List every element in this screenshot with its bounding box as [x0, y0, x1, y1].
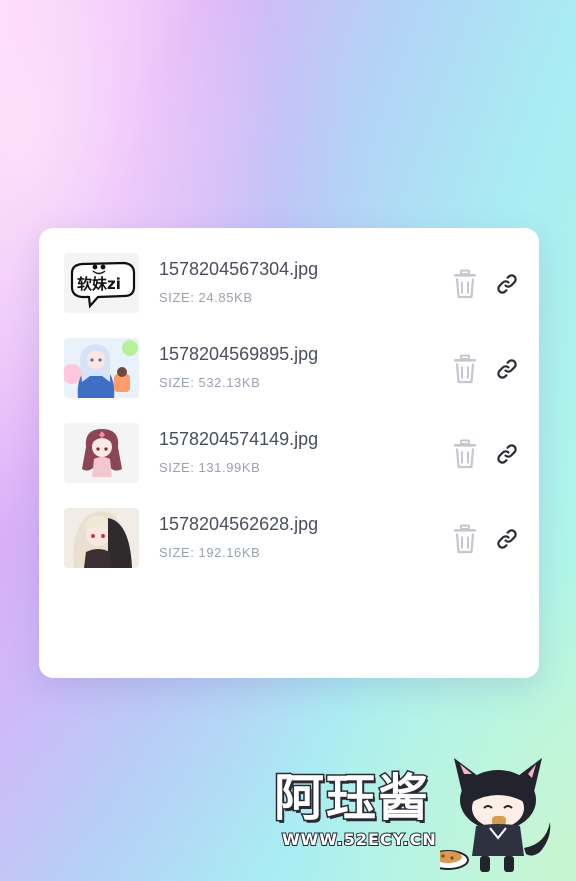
- file-name: 1578204574149.jpg: [159, 429, 319, 449]
- file-list-card: 软妹zi 1578204567304.jpg SIZE: 24.85KB 157…: [39, 228, 539, 678]
- size-value: 532.13KB: [198, 375, 261, 390]
- copy-link-button[interactable]: [495, 272, 519, 296]
- delete-button[interactable]: [452, 524, 478, 554]
- file-size: SIZE: 131.99KB: [159, 460, 260, 475]
- link-icon: [497, 274, 517, 294]
- chibi-thumbnail-image: [64, 423, 139, 483]
- size-value: 131.99KB: [198, 460, 261, 475]
- file-thumbnail[interactable]: [64, 338, 139, 398]
- file-size: SIZE: 192.16KB: [159, 545, 260, 560]
- copy-link-button[interactable]: [495, 442, 519, 466]
- size-value: 24.85KB: [198, 290, 253, 305]
- link-icon: [497, 444, 517, 464]
- delete-button[interactable]: [452, 269, 478, 299]
- file-thumbnail[interactable]: [64, 423, 139, 483]
- trash-icon: [454, 524, 476, 554]
- site-watermark: 阿珏酱 WWW.52ECY.CN: [270, 752, 560, 877]
- anime-thumbnail-image: [64, 508, 139, 568]
- link-icon: [497, 529, 517, 549]
- watermark-title: 阿珏酱: [273, 768, 430, 829]
- size-label: SIZE:: [159, 460, 195, 475]
- watermark-url: WWW.52ECY.CN: [281, 829, 437, 850]
- file-size: SIZE: 532.13KB: [159, 375, 260, 390]
- size-label: SIZE:: [159, 290, 195, 305]
- file-row[interactable]: 1578204562628.jpg SIZE: 192.16KB: [39, 508, 539, 570]
- cat-girl-mascot-icon: [440, 758, 551, 872]
- copy-link-button[interactable]: [495, 357, 519, 381]
- sticker-text: 软妹zi: [77, 275, 121, 293]
- link-icon: [497, 359, 517, 379]
- delete-button[interactable]: [452, 354, 478, 384]
- file-row[interactable]: 软妹zi 1578204567304.jpg SIZE: 24.85KB: [39, 253, 539, 315]
- file-size: SIZE: 24.85KB: [159, 290, 253, 305]
- file-row[interactable]: 1578204569895.jpg SIZE: 532.13KB: [39, 338, 539, 400]
- delete-button[interactable]: [452, 439, 478, 469]
- trash-icon: [454, 439, 476, 469]
- trash-icon: [454, 354, 476, 384]
- file-name: 1578204569895.jpg: [159, 344, 319, 364]
- file-name: 1578204567304.jpg: [159, 259, 319, 279]
- trash-icon: [454, 269, 476, 299]
- file-row[interactable]: 1578204574149.jpg SIZE: 131.99KB: [39, 423, 539, 485]
- copy-link-button[interactable]: [495, 527, 519, 551]
- size-label: SIZE:: [159, 545, 195, 560]
- file-thumbnail[interactable]: [64, 508, 139, 568]
- file-name: 1578204562628.jpg: [159, 514, 319, 534]
- size-label: SIZE:: [159, 375, 195, 390]
- sticker-thumbnail-image: 软妹zi: [64, 253, 139, 313]
- file-thumbnail[interactable]: 软妹zi: [64, 253, 139, 313]
- anime-thumbnail-image: [64, 338, 139, 398]
- size-value: 192.16KB: [198, 545, 261, 560]
